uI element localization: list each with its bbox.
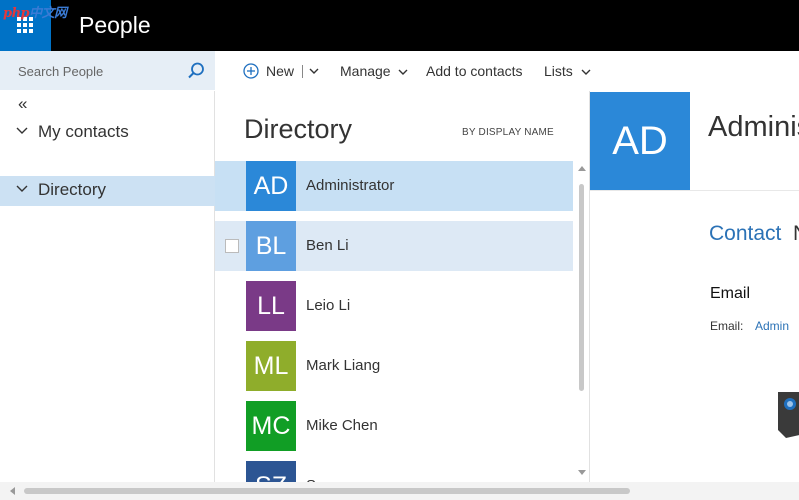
collapse-nav-button[interactable]: « [18,94,27,114]
chevron-down-icon [581,69,591,75]
new-plus-icon[interactable] [243,63,259,79]
search-icon[interactable] [186,61,206,81]
avatar: BL [246,221,296,271]
toolbar-separator [302,65,303,78]
contact-row[interactable]: ML Mark Liang [215,341,573,391]
watermark-logo: php中文网 [3,6,67,21]
email-link[interactable]: Admin [755,319,789,333]
contact-row[interactable]: MC Mike Chen [215,401,573,451]
lists-button[interactable]: Lists [544,51,591,92]
new-button[interactable]: New [266,51,294,92]
search-input[interactable]: Search People [18,64,103,79]
sort-button[interactable]: BY DISPLAY NAME [462,127,554,138]
lists-label: Lists [544,63,573,79]
app-title: People [79,12,151,38]
horizontal-scrollbar-thumb[interactable] [24,488,630,494]
list-title: Directory [244,114,353,144]
contact-row[interactable]: AD Administrator [215,161,573,211]
list-scrollbar-thumb[interactable] [579,184,584,391]
nav-item-directory[interactable]: Directory [0,176,215,206]
avatar: SZ [246,461,296,482]
manage-label: Manage [340,63,391,79]
tab-contact[interactable]: Contact [709,222,781,246]
avatar: LL [246,281,296,331]
contact-row[interactable]: BL Ben Li [215,221,573,271]
row-checkbox[interactable] [225,239,239,253]
detail-name: Adminis [708,111,799,143]
search-box[interactable]: Search People [0,51,215,90]
contact-name: Leio Li [306,297,351,314]
chevron-down-icon [398,69,408,75]
contact-name: Mark Liang [306,357,381,374]
avatar: AD [246,161,296,211]
nav-item-label: Directory [38,180,107,199]
avatar: MC [246,401,296,451]
manage-button[interactable]: Manage [340,51,408,92]
contact-row[interactable]: SZ S [215,461,573,482]
skype-phone-icon[interactable] [776,390,799,440]
contact-name: Mike Chen [306,417,378,434]
scroll-down-icon[interactable] [578,470,586,475]
contact-name: Ben Li [306,237,349,254]
email-label: Email: [710,319,744,333]
tab-next[interactable]: N [793,222,799,246]
scroll-left-icon[interactable] [10,487,15,495]
left-navigation [0,91,215,482]
chevron-down-icon [16,127,28,134]
nav-item-my-contacts[interactable]: My contacts [0,118,215,148]
detail-avatar: AD [590,92,690,190]
nav-item-label: My contacts [38,122,129,141]
avatar: ML [246,341,296,391]
contact-name: Administrator [306,177,395,194]
add-to-contacts-button[interactable]: Add to contacts [426,51,523,92]
email-section-heading: Email [710,285,751,302]
detail-divider [590,190,799,191]
contact-row[interactable]: LL Leio Li [215,281,573,331]
chevron-down-icon [16,185,28,192]
new-dropdown-chevron-icon[interactable] [309,68,319,75]
scroll-up-icon[interactable] [578,166,586,171]
